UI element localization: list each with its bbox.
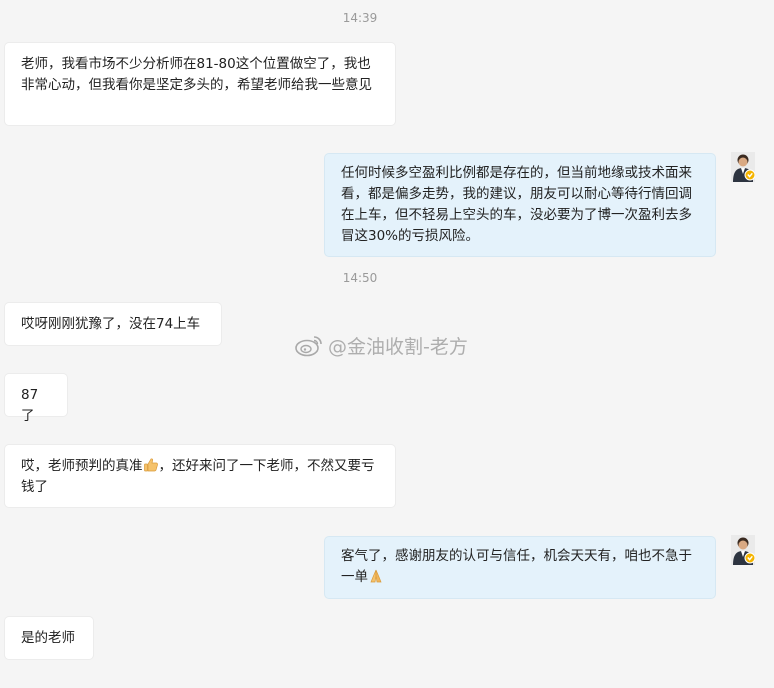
message-text: 客气了，感谢朋友的认可与信任，机会天天有，咱也不急于一单 xyxy=(341,548,692,585)
watermark: @金油收割-老方 xyxy=(294,333,468,358)
message-incoming-1[interactable]: 老师，我看市场不少分析师在81-80这个位置做空了，我也非常心动，但我看你是坚定… xyxy=(5,43,395,125)
message-incoming-5[interactable]: 是的老师 xyxy=(5,617,93,659)
user-avatar-icon xyxy=(731,152,756,182)
watermark-text: @金油收割-老方 xyxy=(328,335,468,358)
user-avatar-icon xyxy=(731,535,756,565)
message-incoming-3[interactable]: 87了 xyxy=(5,374,67,424)
message-text: 是的老师 xyxy=(21,630,75,646)
message-text: 任何时候多空盈利比例都是存在的，但当前地缘或技术面来看，都是偏多走势，我的建议，… xyxy=(341,165,692,244)
timestamp-1439: 14:39 xyxy=(342,11,378,25)
message-text: 哎呀刚刚犹豫了，没在74上车 xyxy=(21,316,201,332)
timestamp-1450: 14:50 xyxy=(342,271,378,285)
weibo-icon xyxy=(295,336,322,357)
message-text: 老师，我看市场不少分析师在81-80这个位置做空了，我也非常心动，但我看你是坚定… xyxy=(21,56,372,93)
message-text: 87了 xyxy=(21,387,39,424)
message-outgoing-2[interactable]: 客气了，感谢朋友的认可与信任，机会天天有，咱也不急于一单 xyxy=(325,537,715,598)
thumbs-up-emoji-icon xyxy=(143,458,158,472)
message-incoming-4[interactable]: 哎，老师预判的真准 ，还好来问了一下老师，不然又要亏钱了 xyxy=(5,445,395,507)
message-incoming-2[interactable]: 哎呀刚刚犹豫了，没在74上车 xyxy=(5,303,221,345)
message-text-part-1: 哎，老师预判的真准 xyxy=(21,458,143,474)
avatar[interactable] xyxy=(731,152,756,182)
avatar[interactable] xyxy=(731,535,756,565)
message-outgoing-1[interactable]: 任何时候多空盈利比例都是存在的，但当前地缘或技术面来看，都是偏多走势，我的建议，… xyxy=(325,154,715,256)
praying-hands-emoji-icon xyxy=(370,569,382,583)
